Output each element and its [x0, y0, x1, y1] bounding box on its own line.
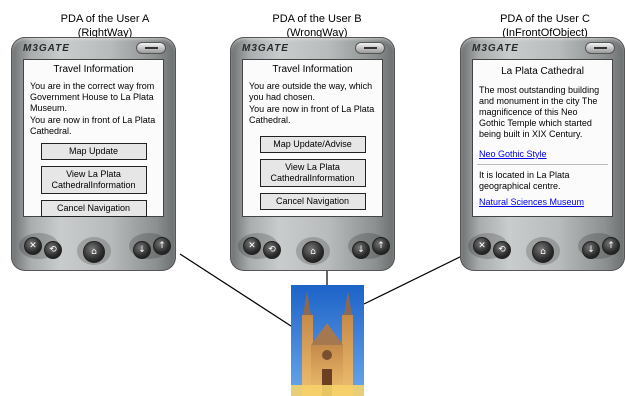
- pda-topbar: M3GATE: [17, 41, 170, 57]
- map-update-button[interactable]: Map Update: [40, 143, 147, 160]
- caption-user-b-title: PDA of the User B: [272, 13, 362, 25]
- up-arrow-icon[interactable]: ↑: [153, 237, 171, 255]
- divider: [477, 164, 608, 165]
- rotate-icon[interactable]: ⟲: [44, 241, 62, 259]
- up-arrow-icon[interactable]: ↑: [372, 237, 390, 255]
- pda-user-b: M3GATE Travel Information You are outsid…: [230, 37, 395, 271]
- view-cathedral-info-button[interactable]: View La Plata CathedralInformation: [259, 159, 366, 187]
- natural-sciences-museum-link[interactable]: Natural Sciences Museum: [479, 197, 606, 207]
- down-arrow-icon[interactable]: ↓: [352, 241, 370, 259]
- brand-logo: M3GATE: [242, 43, 289, 54]
- route-status-text: You are outside the way, which you had c…: [249, 81, 373, 102]
- screen-title: Travel Information: [272, 64, 353, 75]
- back-button[interactable]: [136, 42, 166, 54]
- hardware-buttons: ✕ ⟲ ⌂ ↓ ↑: [460, 221, 625, 271]
- down-arrow-icon[interactable]: ↓: [133, 241, 151, 259]
- location-text: You are now in front of La Plata Cathedr…: [249, 104, 375, 125]
- home-icon[interactable]: ⌂: [302, 241, 324, 263]
- close-icon[interactable]: ✕: [24, 237, 42, 255]
- location-text: You are now in front of La Plata Cathedr…: [30, 115, 156, 136]
- rotate-icon[interactable]: ⟲: [263, 241, 281, 259]
- caption-user-b: PDA of the User B (WrongWay): [242, 12, 392, 40]
- neo-gothic-style-link[interactable]: Neo Gothic Style: [479, 149, 606, 159]
- up-arrow-icon[interactable]: ↑: [602, 237, 620, 255]
- pda-screen: Travel Information You are in the correc…: [23, 59, 164, 217]
- close-icon[interactable]: ✕: [243, 237, 261, 255]
- pda-user-c: M3GATE La Plata Cathedral The most outst…: [460, 37, 625, 271]
- caption-user-a: PDA of the User A (RightWay): [30, 12, 180, 40]
- screen-title: Travel Information: [53, 64, 134, 75]
- location-description: It is located in La Plata geographical c…: [479, 170, 570, 191]
- caption-user-c: PDA of the User C (InFrontOfObject): [470, 12, 620, 40]
- hardware-buttons: ✕ ⟲ ⌂ ↓ ↑: [230, 221, 395, 271]
- home-icon[interactable]: ⌂: [83, 241, 105, 263]
- cancel-navigation-button[interactable]: Cancel Navigation: [259, 193, 366, 210]
- view-cathedral-info-button[interactable]: View La Plata CathedralInformation: [40, 166, 147, 194]
- home-icon[interactable]: ⌂: [532, 241, 554, 263]
- caption-user-a-title: PDA of the User A: [60, 13, 150, 25]
- pda-screen: Travel Information You are outside the w…: [242, 59, 383, 217]
- pda-topbar: M3GATE: [466, 41, 619, 57]
- rotate-icon[interactable]: ⟲: [493, 241, 511, 259]
- down-arrow-icon[interactable]: ↓: [582, 241, 600, 259]
- caption-user-c-title: PDA of the User C: [500, 13, 590, 25]
- back-button[interactable]: [355, 42, 385, 54]
- cathedral-description: The most outstanding building and monume…: [479, 85, 600, 139]
- back-button[interactable]: [585, 42, 615, 54]
- cancel-navigation-button[interactable]: Cancel Navigation: [40, 200, 147, 217]
- hardware-buttons: ✕ ⟲ ⌂ ↓ ↑: [11, 221, 176, 271]
- brand-logo: M3GATE: [472, 43, 519, 54]
- pda-user-a: M3GATE Travel Information You are in the…: [11, 37, 176, 271]
- cathedral-image: [291, 285, 364, 396]
- close-icon[interactable]: ✕: [473, 237, 491, 255]
- pda-topbar: M3GATE: [236, 41, 389, 57]
- route-status-text: You are in the correct way from Governme…: [30, 81, 155, 113]
- pda-screen: La Plata Cathedral The most outstanding …: [472, 59, 613, 217]
- brand-logo: M3GATE: [23, 43, 70, 54]
- map-update-advise-button[interactable]: Map Update/Advise: [259, 136, 366, 153]
- screen-title: La Plata Cathedral: [501, 66, 584, 77]
